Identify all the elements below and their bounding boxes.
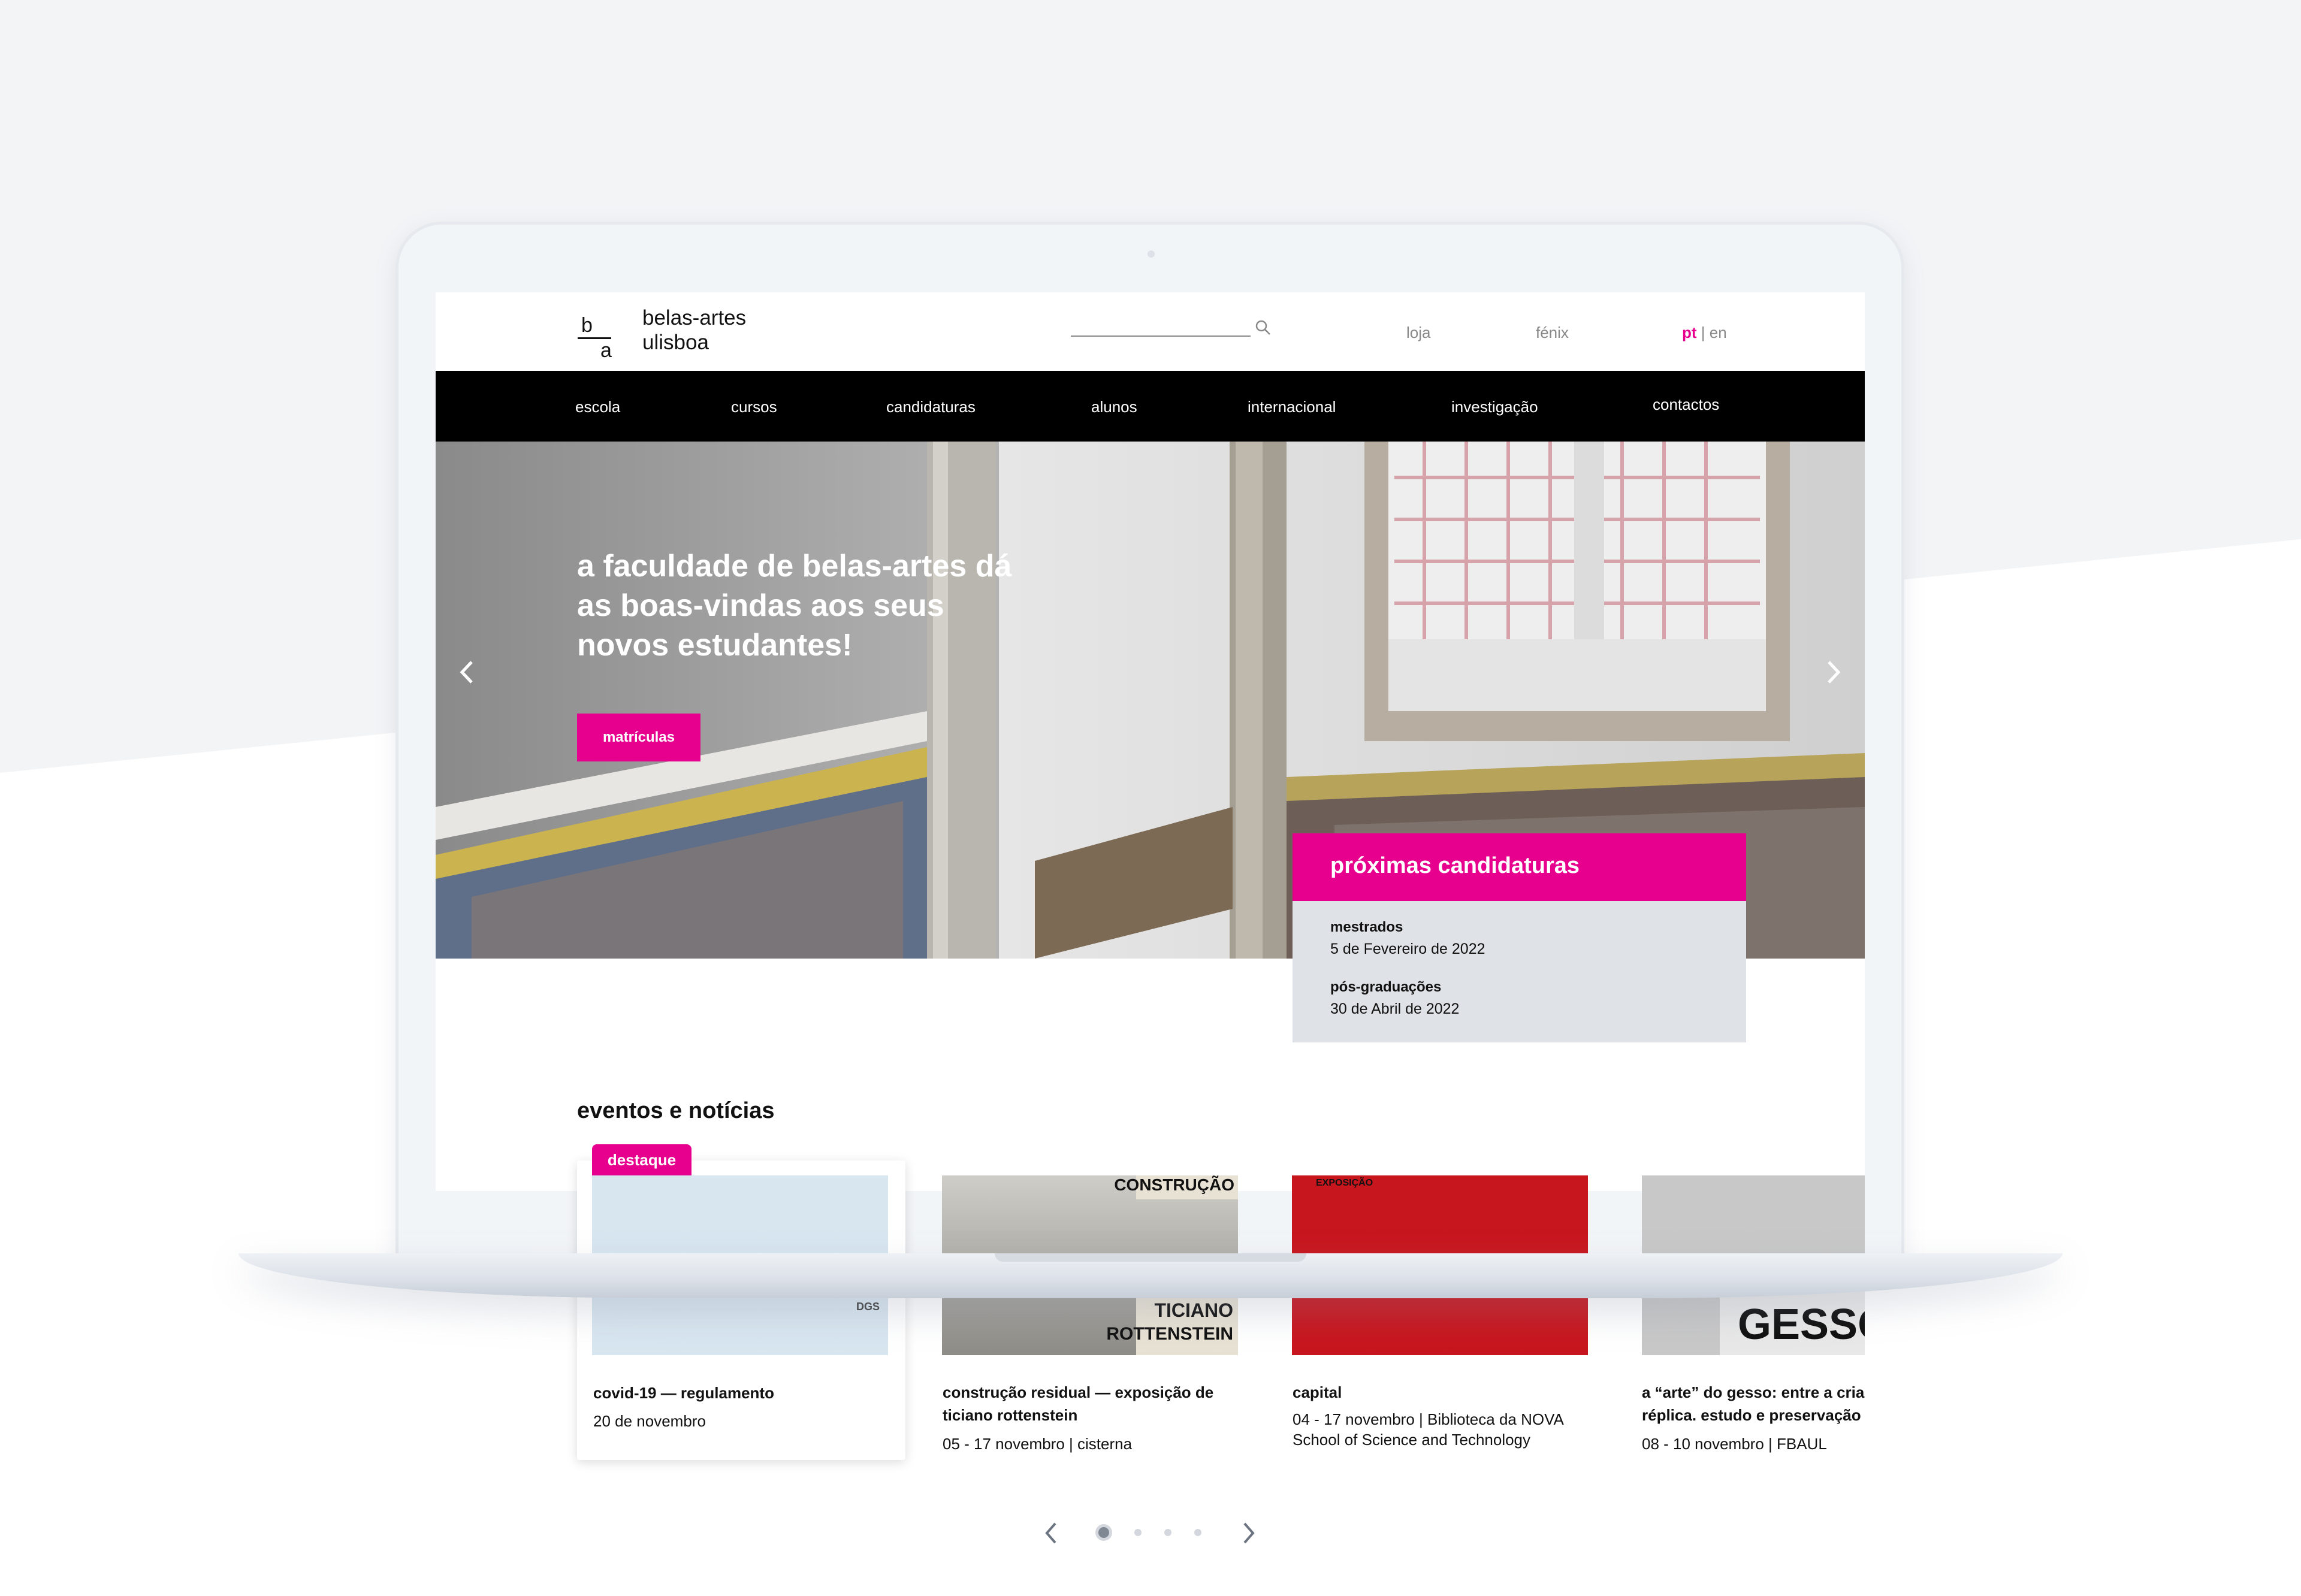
hero-prev-arrow-icon[interactable] (454, 651, 484, 693)
candidaturas-card-header: próximas candidaturas (1293, 833, 1746, 901)
logo-line-1: belas-artes (642, 306, 747, 330)
link-fenix[interactable]: fénix (1536, 324, 1569, 342)
logo-letter-b: b (581, 314, 593, 337)
candidaturas-card-body: mestrados 5 de Fevereiro de 2022 pós-gra… (1293, 901, 1746, 1042)
nav-contactos[interactable]: contactos (1653, 395, 1719, 414)
ticiano-img-text: TICIANO (1154, 1299, 1233, 1321)
nav-internacional[interactable]: internacional (1248, 398, 1336, 416)
news-meta-covid: 20 de novembro (593, 1412, 706, 1430)
site-logo[interactable]: b a (575, 310, 620, 364)
nav-investigacao[interactable]: investigação (1451, 398, 1538, 416)
search-input[interactable] (1071, 335, 1251, 337)
lang-en[interactable]: en (1710, 324, 1727, 341)
destaque-badge: destaque (592, 1144, 691, 1175)
nav-candidaturas[interactable]: candidaturas (886, 398, 976, 416)
lang-pt[interactable]: pt (1682, 324, 1697, 341)
search-icon[interactable] (1255, 320, 1271, 335)
logo-wordmark[interactable]: belas-artes ulisboa (642, 306, 746, 355)
pager-dot-4[interactable] (1194, 1529, 1201, 1536)
cand-date-posgrad: 30 de Abril de 2022 (1330, 1000, 1460, 1017)
news-section-title: eventos e notícias (577, 1098, 775, 1123)
nav-escola[interactable]: escola (575, 398, 620, 416)
pager-dot-1[interactable] (1098, 1527, 1109, 1538)
news-meta-capital: 04 - 17 novembro | Biblioteca da NOVA Sc… (1293, 1410, 1563, 1449)
news-title-covid[interactable]: covid-19 — regulamento (593, 1382, 905, 1404)
news-title-construcao[interactable]: construção residual — exposição de ticia… (943, 1381, 1242, 1426)
candidaturas-title: próximas candidaturas (1330, 853, 1580, 878)
link-loja[interactable]: loja (1406, 324, 1430, 342)
exposicao-img-text: EXPOSIÇÃO (1316, 1178, 1373, 1188)
news-title-capital[interactable]: capital (1293, 1381, 1604, 1404)
page-edge-mask (1865, 1372, 1985, 1468)
camera-icon (1148, 250, 1155, 258)
nav-cursos[interactable]: cursos (731, 398, 777, 416)
gesso-img-text: GESSO (1738, 1301, 1865, 1349)
carousel-prev-icon[interactable] (1040, 1518, 1064, 1549)
hero-next-arrow-icon[interactable] (1817, 651, 1847, 693)
dgs-logo-text: DGS (856, 1301, 880, 1313)
website-screen: b a belas-artes ulisboa loja fénix pt | … (436, 292, 1865, 1191)
logo-line-2: ulisboa (642, 331, 709, 354)
hero-title: a faculdade de belas-artes dá as boas-vi… (577, 549, 1012, 663)
language-switcher: pt | en (1682, 324, 1727, 342)
cand-date-mestrados: 5 de Fevereiro de 2022 (1330, 941, 1485, 957)
pager-dot-3[interactable] (1164, 1529, 1171, 1536)
lang-separator: | (1696, 324, 1710, 341)
construcao-img-text: CONSTRUÇÃO (1114, 1175, 1234, 1194)
main-nav: escola cursos candidaturas alunos intern… (436, 371, 1865, 442)
news-meta-gesso: 08 - 10 novembro | FBAUL (1642, 1435, 1827, 1453)
cand-label-mestrados: mestrados (1330, 919, 1403, 935)
logo-letter-a: a (600, 339, 612, 362)
matriculas-button[interactable]: matrículas (577, 714, 700, 761)
news-meta-construcao: 05 - 17 novembro | cisterna (943, 1435, 1133, 1453)
nav-alunos[interactable]: alunos (1091, 398, 1137, 416)
cand-label-posgrad: pós-graduações (1330, 979, 1442, 995)
rottenstein-img-text: ROTTENSTEIN (1106, 1324, 1233, 1344)
carousel-next-icon[interactable] (1236, 1518, 1260, 1549)
laptop-notch (995, 1253, 1306, 1262)
pager-dot-2[interactable] (1134, 1529, 1142, 1536)
